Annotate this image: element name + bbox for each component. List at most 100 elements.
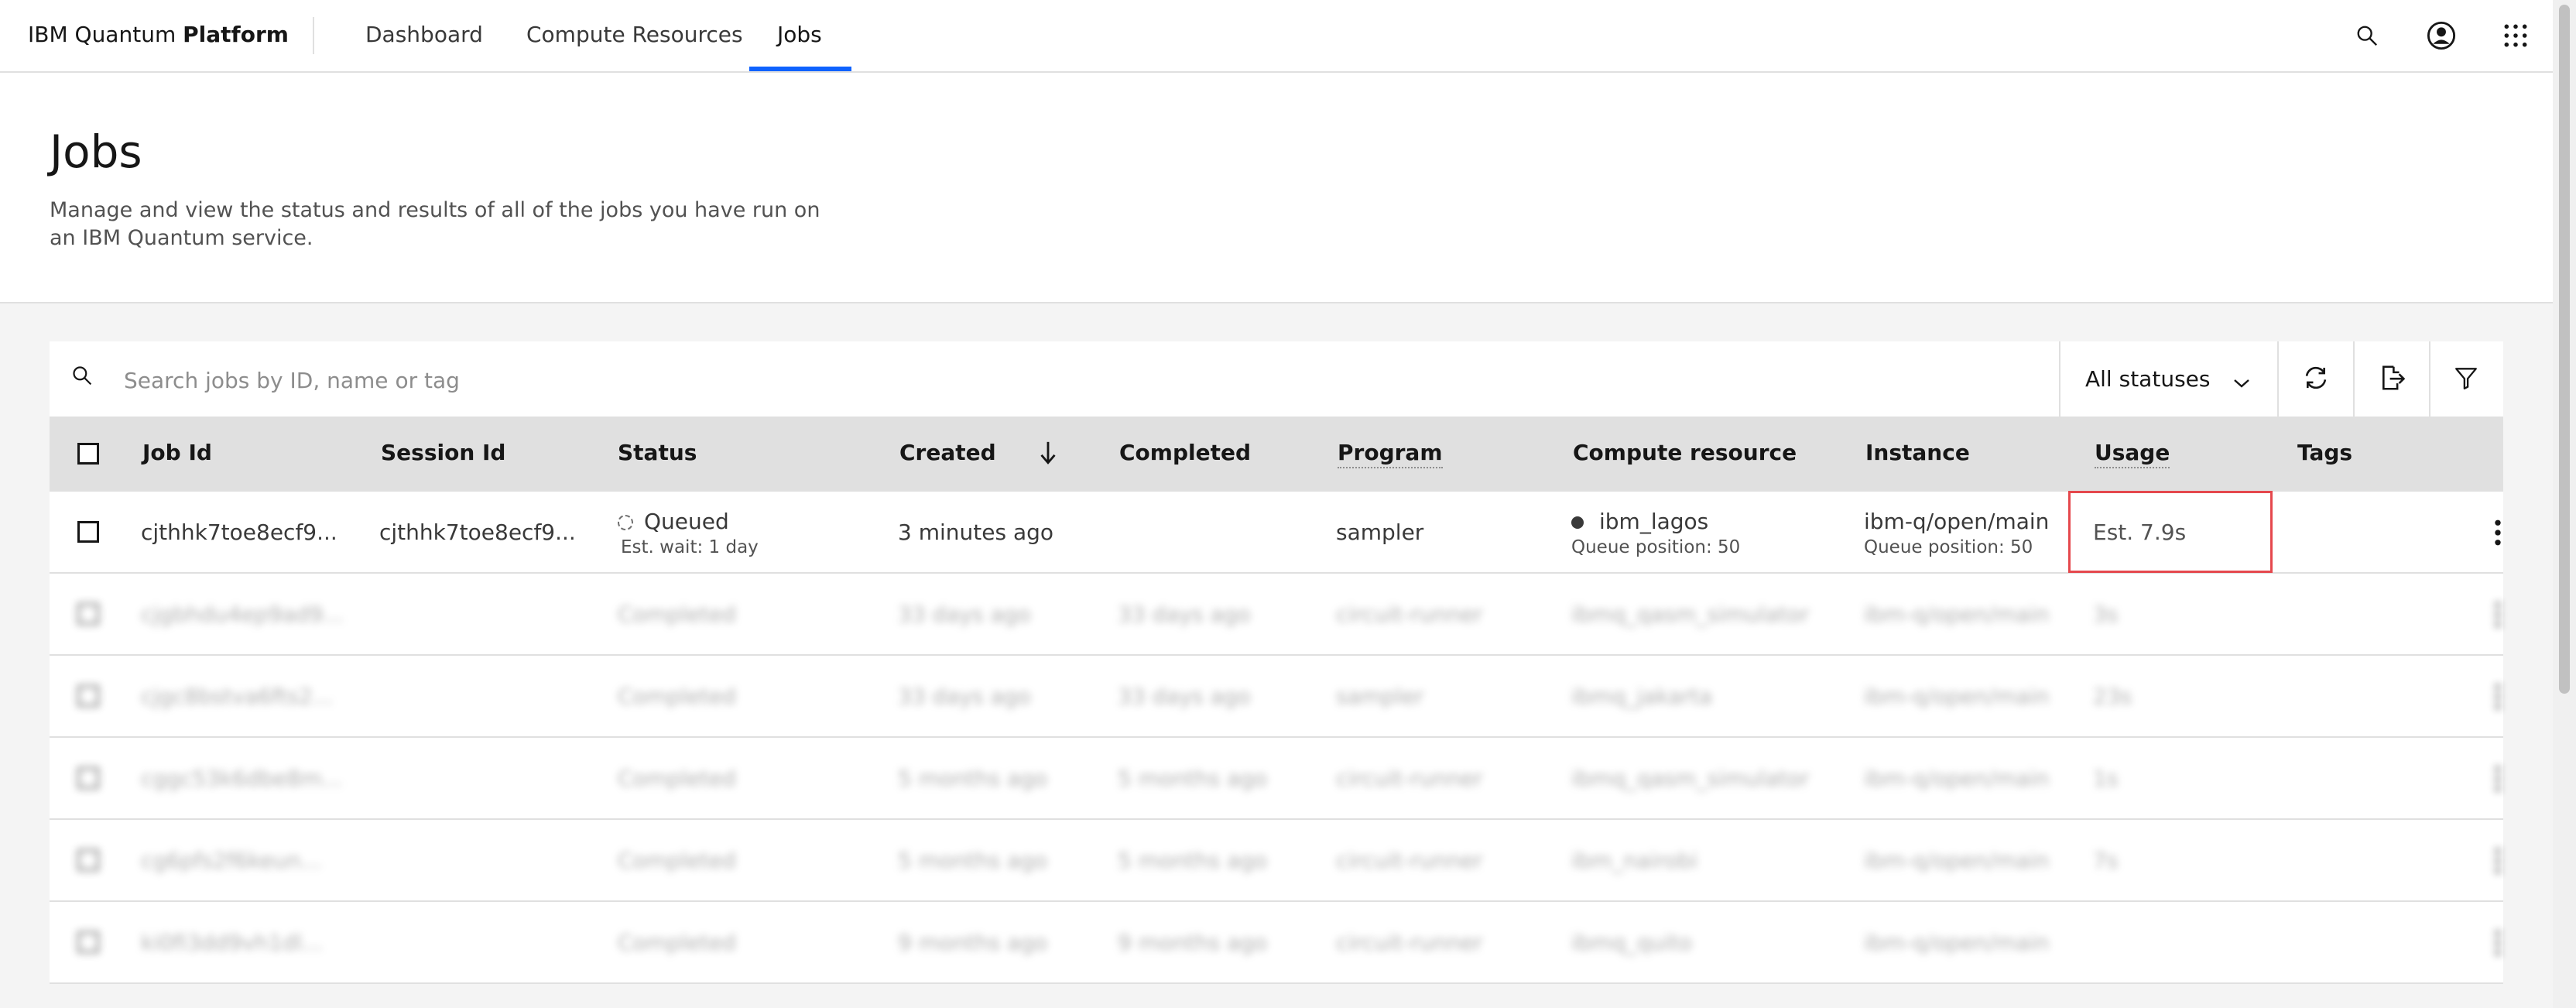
col-status[interactable]: Status — [618, 440, 697, 465]
top-header: IBM Quantum Platform Dashboard Compute R… — [0, 0, 2553, 73]
col-instance[interactable]: Instance — [1865, 440, 1970, 465]
instance-cell: ibm-q/open/main — [1864, 848, 2050, 873]
usage-cell: 23s — [2093, 684, 2132, 709]
row-checkbox[interactable] — [77, 521, 99, 543]
table-header: Job Id Session Id Status Created Complet… — [50, 417, 2503, 492]
resource-status-dot — [1571, 516, 1584, 529]
status-cell: Completed — [618, 766, 736, 791]
usage-highlight-box — [2068, 491, 2273, 573]
col-session-id[interactable]: Session Id — [381, 440, 505, 465]
compute-resource-cell[interactable]: ibmq_jakarta — [1571, 684, 1712, 709]
status-filter-dropdown[interactable]: All statuses — [2060, 341, 2277, 417]
user-avatar-icon[interactable] — [2424, 19, 2458, 53]
table-row[interactable]: cjgbhdu4ep9ad9... Completed 33 days ago … — [50, 574, 2503, 656]
program-cell: circuit-runner — [1336, 766, 1483, 791]
usage-cell: 7s — [2093, 848, 2119, 873]
table-row[interactable]: cggc53k6dbe8m... Completed 5 months ago … — [50, 738, 2503, 820]
overflow-menu-icon[interactable] — [2480, 513, 2516, 552]
status-sub-label: Est. wait: 1 day — [621, 537, 759, 557]
status-cell: Queued Est. wait: 1 day — [618, 509, 759, 557]
row-checkbox[interactable] — [77, 767, 99, 789]
col-completed[interactable]: Completed — [1119, 440, 1251, 465]
nav-compute-resources[interactable]: Compute Resources — [526, 22, 743, 47]
col-usage-label: Usage — [2095, 440, 2170, 468]
overflow-menu-icon[interactable] — [2480, 924, 2516, 962]
app-switcher-icon[interactable] — [2499, 19, 2533, 53]
program-cell: circuit-runner — [1336, 848, 1483, 873]
status-cell: Completed — [618, 930, 736, 955]
status-label: Queued — [644, 509, 729, 534]
page-scrollbar-thumb[interactable] — [2559, 5, 2570, 694]
status-cell: Completed — [618, 684, 736, 709]
completed-cell: 5 months ago — [1118, 766, 1268, 791]
col-program-label: Program — [1338, 440, 1443, 468]
overflow-menu-icon[interactable] — [2480, 595, 2516, 634]
created-cell: 3 minutes ago — [898, 519, 1054, 545]
compute-resource-cell[interactable]: ibmq_quito — [1571, 930, 1692, 955]
created-cell: 9 months ago — [898, 930, 1048, 955]
search-icon — [71, 365, 99, 393]
instance-cell: ibm-q/open/main — [1864, 684, 2050, 709]
instance-sub-label: Queue position: 50 — [1864, 537, 2033, 557]
status-cell: Completed — [618, 602, 736, 627]
col-usage[interactable]: Usage — [2095, 440, 2170, 468]
row-checkbox[interactable] — [77, 685, 99, 707]
job-id-cell[interactable]: cg6pfs2f6keun... — [141, 848, 321, 873]
compute-resource-cell[interactable]: ibmq_qasm_simulator — [1571, 602, 1809, 627]
job-id-cell[interactable]: cjgc8bstva6fts2... — [141, 684, 334, 709]
job-id-cell[interactable]: ki0fi3dd9vh1dl... — [141, 930, 323, 955]
overflow-menu-icon[interactable] — [2480, 759, 2516, 798]
table-toolbar: All statuses — [50, 341, 2503, 417]
job-id-cell[interactable]: cjgbhdu4ep9ad9... — [141, 602, 344, 627]
compute-resource-cell[interactable]: ibm_nairobi — [1571, 848, 1697, 873]
col-compute-resource[interactable]: Compute resource — [1573, 440, 1797, 465]
created-cell: 33 days ago — [898, 602, 1031, 627]
table-row[interactable]: ki0fi3dd9vh1dl... Completed 9 months ago… — [50, 902, 2503, 984]
compute-resource-cell[interactable]: ibmq_qasm_simulator — [1571, 766, 1809, 791]
session-id-cell[interactable]: cjthhk7toe8ecf9... — [379, 519, 576, 545]
overflow-menu-icon[interactable] — [2480, 677, 2516, 716]
job-id-cell[interactable]: cggc53k6dbe8m... — [141, 766, 343, 791]
instance-label: ibm-q/open/main — [1864, 509, 2050, 534]
col-job-id[interactable]: Job Id — [142, 440, 212, 465]
col-tags[interactable]: Tags — [2297, 440, 2352, 465]
page-description: Manage and view the status and results o… — [50, 198, 820, 250]
table-row[interactable]: cjgc8bstva6fts2... Completed 33 days ago… — [50, 656, 2503, 738]
col-program[interactable]: Program — [1338, 440, 1443, 468]
export-button[interactable] — [2355, 341, 2429, 417]
overflow-menu-icon[interactable] — [2480, 842, 2516, 880]
page-title: Jobs — [50, 125, 142, 178]
col-created[interactable]: Created — [899, 440, 996, 465]
select-all-checkbox[interactable] — [77, 443, 99, 465]
brand-logo[interactable]: IBM Quantum Platform — [28, 22, 289, 47]
refresh-button[interactable] — [2279, 341, 2353, 417]
sort-arrow-down-icon[interactable] — [1039, 440, 1057, 469]
usage-cell: 3s — [2093, 602, 2119, 627]
table-row[interactable]: cg6pfs2f6keun... Completed 5 months ago … — [50, 820, 2503, 902]
compute-resource-label[interactable]: ibm_lagos — [1599, 509, 1708, 534]
nav-jobs[interactable]: Jobs — [777, 22, 822, 47]
search-input[interactable] — [122, 360, 2060, 400]
created-cell: 33 days ago — [898, 684, 1031, 709]
instance-cell: ibm-q/open/main — [1864, 602, 2050, 627]
program-cell: circuit-runner — [1336, 930, 1483, 955]
row-checkbox[interactable] — [77, 603, 99, 625]
header-divider — [313, 17, 314, 54]
instance-cell: ibm-q/open/main — [1864, 930, 2050, 955]
queued-status-icon — [618, 515, 633, 530]
program-cell: sampler — [1336, 684, 1424, 709]
row-checkbox[interactable] — [77, 849, 99, 871]
instance-cell: ibm-q/open/main — [1864, 766, 2050, 791]
completed-cell: 9 months ago — [1118, 930, 1268, 955]
job-id-cell[interactable]: cjthhk7toe8ecf9... — [141, 519, 337, 545]
brand-prefix: IBM Quantum — [28, 22, 183, 47]
created-cell: 5 months ago — [898, 848, 1048, 873]
brand-bold: Platform — [183, 22, 289, 47]
usage-cell: 1s — [2093, 766, 2119, 791]
nav-dashboard[interactable]: Dashboard — [365, 22, 483, 47]
export-icon — [2377, 363, 2406, 396]
compute-resource-cell: ibm_lagos Queue position: 50 — [1571, 509, 1740, 557]
search-icon[interactable] — [2350, 19, 2384, 53]
row-checkbox[interactable] — [77, 931, 99, 953]
filter-button[interactable] — [2429, 341, 2503, 417]
